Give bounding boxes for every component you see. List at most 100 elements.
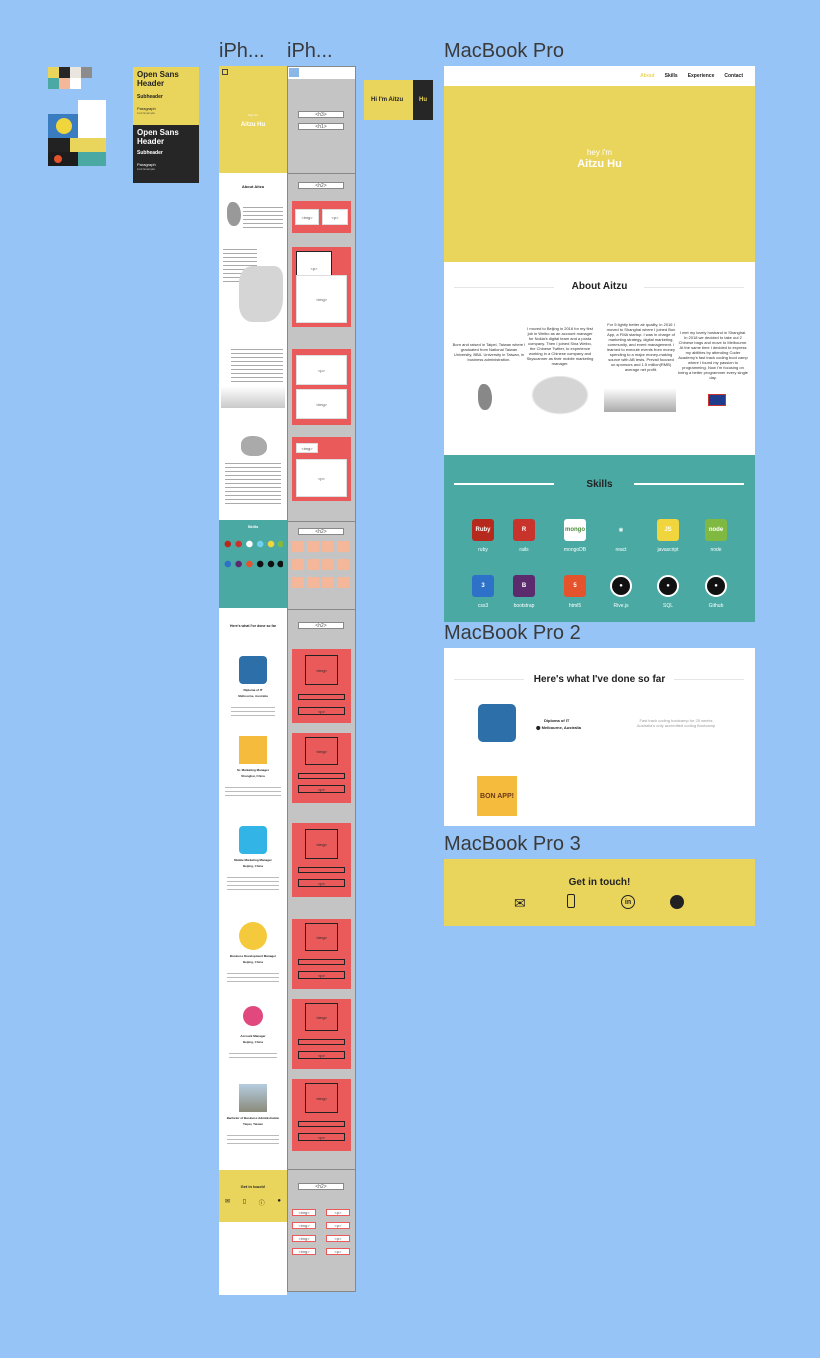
wire-p: <p> xyxy=(298,1133,345,1141)
job-title: Account Manager xyxy=(240,1034,266,1038)
job-desc xyxy=(227,1132,279,1146)
job-desc xyxy=(225,784,281,796)
skill-javascript: JS javascript xyxy=(651,519,685,553)
wire-img: <img> xyxy=(296,275,347,323)
node-icon: node xyxy=(705,519,727,541)
color-palette xyxy=(48,67,92,89)
wire-about-row: <p> <img> xyxy=(292,247,351,327)
skill-mongodb: mongo mongoDB xyxy=(558,519,592,553)
wire-p: <p> xyxy=(326,1209,350,1216)
macbook-2-frame: Here's what I've done so far Diploma of … xyxy=(444,648,755,826)
menu-icon[interactable] xyxy=(222,69,228,75)
wire-h2: <h2> xyxy=(298,622,344,629)
bon-app-logo xyxy=(239,736,267,764)
wire-img: <img> xyxy=(292,1222,316,1229)
moodboard-collage xyxy=(48,100,106,166)
skill-node: node node xyxy=(699,519,733,553)
linkedin-icon[interactable]: ⓘ xyxy=(259,1198,265,1207)
skyline-image xyxy=(221,386,285,408)
job-place: Beijing, China xyxy=(242,1040,263,1044)
job-place: Melbourne, Australia xyxy=(238,694,268,698)
about-text-block xyxy=(243,204,283,228)
shanghai-skyline-image xyxy=(604,388,676,412)
skill-icons-grid xyxy=(223,538,283,588)
wire-h2: <h2> xyxy=(298,1183,344,1190)
main-nav: About Skills Experience Contact xyxy=(630,70,743,82)
skill-css3: 3 css3 xyxy=(466,575,500,609)
wire-p: <p> xyxy=(298,879,345,887)
nav-about[interactable]: About xyxy=(640,73,654,79)
iphone-job-item: Sr. Marketing Manager Shanghai, China xyxy=(219,734,287,814)
wire-p: <p> xyxy=(296,459,347,497)
contact-icons: ✉ ▯ ⓘ ● xyxy=(225,1198,281,1207)
skill-react: ⚛ react xyxy=(604,519,638,553)
skill-github: ● Github xyxy=(699,575,733,609)
nav-skills[interactable]: Skills xyxy=(665,73,678,79)
job-title: Business Development Manager xyxy=(229,954,277,958)
skill-label: node xyxy=(710,547,722,553)
phone-icon[interactable] xyxy=(567,894,575,908)
job-title: Mobile Marketing Manager xyxy=(234,858,272,862)
wire-job-card: <img> <p> xyxy=(292,1079,351,1151)
china-map-icon xyxy=(239,266,283,322)
skill-label: html5 xyxy=(568,603,582,609)
wire-p xyxy=(298,959,345,965)
github-icon[interactable] xyxy=(670,895,684,909)
style-link: Link Example xyxy=(137,167,156,171)
wire-nav-button[interactable] xyxy=(289,68,299,77)
frame-label-macbook-3: MacBook Pro 3 xyxy=(444,833,581,855)
china-map-icon xyxy=(526,372,594,418)
wire-h2: <h2> xyxy=(298,528,344,535)
about-text-block xyxy=(231,346,283,382)
style-guide-dark: Open Sans Header Subheader Paragraph Lin… xyxy=(133,125,199,183)
macbook-frame: About Skills Experience Contact hey i'm … xyxy=(444,66,755,622)
email-icon[interactable]: ✉ xyxy=(514,895,526,912)
skill-label: Github xyxy=(708,603,724,609)
logo-text: Hi I'm Aitzu xyxy=(371,97,404,103)
wire-img: <img> xyxy=(292,1248,316,1255)
wire-skill-tiles xyxy=(292,541,351,589)
github-icon[interactable]: ● xyxy=(277,1198,281,1207)
iphone-wireframe: <h3> <h1> <h2> <img> <p> <p> <img> <p> <… xyxy=(287,66,356,1292)
coder-academy-logo xyxy=(478,704,516,742)
wire-p: <p> xyxy=(326,1235,350,1242)
style-guide-light: Open Sans Header Subheader Paragraph Lin… xyxy=(133,67,199,125)
iphone-about-title: About Aitzu xyxy=(241,184,265,189)
job-title: Bachelor of Business Administration xyxy=(226,1116,280,1120)
wire-img: <img> xyxy=(296,389,347,419)
style-header: Open Sans Header xyxy=(137,70,179,88)
skill-label: javascript xyxy=(657,547,679,553)
skill-label: SQL xyxy=(662,603,673,609)
job-desc xyxy=(231,704,275,716)
contact-title: Get in touch! xyxy=(568,877,631,888)
wire-h1: <h1> xyxy=(298,123,344,130)
done-item-title: Diploma of IT xyxy=(544,718,570,723)
logo: Hi I'm Aitzu Hu xyxy=(364,80,433,120)
linkedin-icon[interactable]: in xyxy=(621,895,635,909)
wire-p: <p> xyxy=(298,971,345,979)
frame-label-iphone-wireframe: iPh... xyxy=(287,40,333,62)
wire-img: <img> xyxy=(305,829,338,859)
email-icon[interactable]: ✉ xyxy=(225,1198,230,1207)
nav-experience[interactable]: Experience xyxy=(688,73,715,79)
wire-p: <p> xyxy=(322,209,348,225)
about-para-shanghai: For 5 lightly better air quality, in 201… xyxy=(606,322,676,372)
wire-img: <img> xyxy=(305,923,338,951)
github-icon: ● xyxy=(610,575,632,597)
wire-job-card: <img> <p> xyxy=(292,999,351,1069)
wire-img: <img> xyxy=(295,209,319,225)
iphone-hero-hey: hey i'm xyxy=(248,113,258,117)
wire-p xyxy=(298,694,345,700)
nav-contact[interactable]: Contact xyxy=(724,73,743,79)
github-icon: ● xyxy=(657,575,679,597)
job-desc xyxy=(227,970,279,982)
bon-app-logo: BON APP! xyxy=(477,776,517,816)
phone-icon[interactable]: ▯ xyxy=(243,1198,246,1207)
style-subheader: Subheader xyxy=(137,94,163,100)
wire-p: <p> xyxy=(298,707,345,715)
iphone-job-item: Mobile Marketing Manager Beijing, China xyxy=(219,822,287,912)
frame-label-macbook-2: MacBook Pro 2 xyxy=(444,622,581,644)
ruby-icon: Ruby xyxy=(472,519,494,541)
skill-label: ruby xyxy=(478,547,488,553)
done-item-place: ⬤ Melbourne, Australia xyxy=(536,725,582,730)
